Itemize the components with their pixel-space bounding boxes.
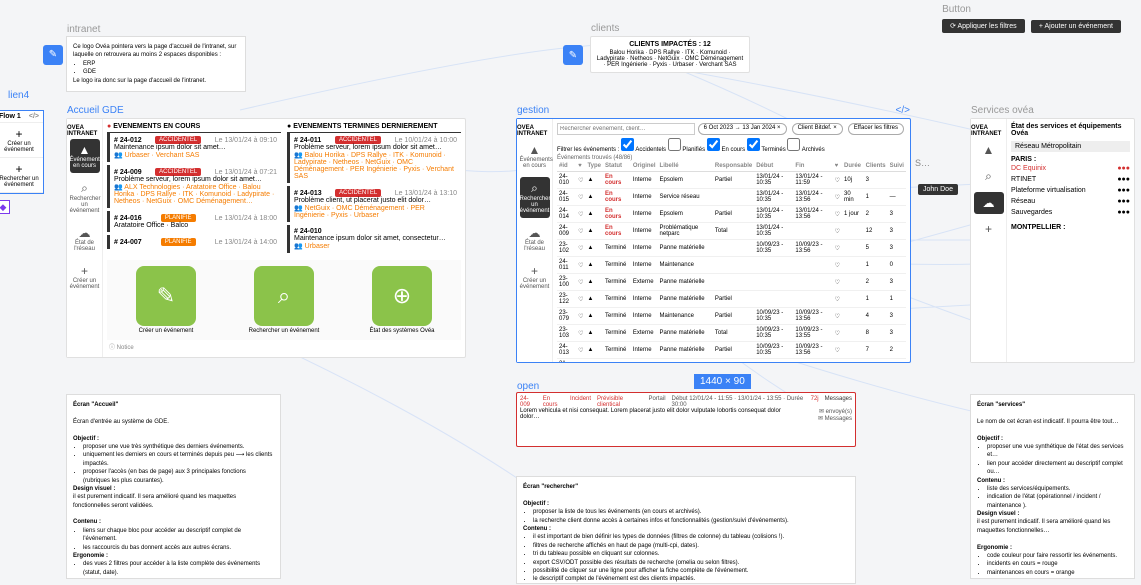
services-sidebar: OVEA INTRANET ▲ ⌕ ☁ + [971, 119, 1007, 362]
notice2: ✎ notice2 Écran "rechercher" Objectif :p… [516, 476, 856, 584]
accueil-label: Accueil GDE [67, 105, 124, 116]
toolbar-label: Button [942, 4, 1121, 15]
truncated-label: S… [915, 158, 930, 168]
table-row[interactable]: 23-102♡▲TerminéInternePanne matérielle10… [557, 240, 906, 257]
services-tab[interactable]: Réseau Métropolitain [1011, 141, 1130, 152]
open-frame: open 24-009En coursIncidentPrévisible cl… [516, 392, 856, 447]
add-event-button[interactable]: + Ajouter un événement [1031, 20, 1121, 33]
lien4-label: lien4 [8, 90, 29, 101]
event-card[interactable]: # 24-009 ACCIDENTELLe 13/01/24 à 07:21Pr… [107, 165, 281, 208]
service-item[interactable]: Réseau●●● [1011, 196, 1130, 207]
search-event-button[interactable]: ⌕ [254, 266, 314, 326]
services-label: Services ovéa [971, 105, 1034, 116]
table-row[interactable]: 23-100♡▲TerminéExternePanne matérielle♡2… [557, 274, 906, 291]
clients-names: Balou Horika · DPS Rallye · ITK · Komuno… [595, 50, 745, 68]
flow-title: Flow 1 [0, 113, 21, 120]
note-icon: ✎ [43, 45, 63, 65]
col2-title: ÉVÉNEMENTS TERMINÉS DERNIÈREMENT [293, 123, 437, 130]
gestion-label: gestion [517, 105, 549, 116]
table-row[interactable]: 24-015♡▲En coursInterneService réseau13/… [557, 189, 906, 206]
event-card[interactable]: # 24-013 ACCIDENTELLe 13/01/24 à 13:10Pr… [287, 186, 461, 222]
date-filter[interactable]: 6 Oct 2023 → 13 Jan 2024 × [698, 123, 787, 135]
table-row[interactable]: 24-010♡▲En coursInterneEpsolemPartiel13/… [557, 172, 906, 189]
sidebar-search[interactable]: ⌕Rechercher un événement [70, 177, 100, 218]
open-label: open [517, 381, 539, 392]
table-row[interactable]: 23-122♡▲TerminéInternePanne matériellePa… [557, 291, 906, 308]
intranet-text: Ce logo Ovéa pointera vers la page d'acc… [73, 43, 239, 60]
clients-frame: ✎ clients CLIENTS IMPACTÉS : 12 Balou Ho… [590, 36, 750, 73]
sidebar-state[interactable]: ☁État de l'réseau [70, 222, 100, 256]
service-item[interactable]: DC Equinix●●● [1011, 163, 1130, 174]
flow-create-event[interactable]: +Créer un événement [0, 123, 43, 158]
flow-search-event[interactable]: +Rechercher un événement [0, 158, 43, 193]
table-row[interactable]: 24-011♡▲TerminéInterneMaintenance♡10 [557, 257, 906, 274]
gestion-sidebar: OVEA INTRANET ▲Événements en cours ⌕Rech… [517, 119, 553, 362]
intranet-label: intranet [67, 23, 100, 37]
sidebar-create[interactable]: +Créer un événement [70, 260, 100, 294]
client-filter[interactable]: Client Bitdef. × [792, 123, 843, 135]
component-icon[interactable]: ◆ [0, 200, 10, 214]
event-card[interactable]: # 24-010Maintenance ipsum dolor sit amet… [287, 225, 461, 253]
table-row[interactable]: 24-014♡▲En coursInterneEpsolemPartiel13/… [557, 206, 906, 223]
intranet-note: ✎ intranet Ce logo Ovéa pointera vers la… [66, 36, 246, 92]
flow-panel: Flow 1 </> +Créer un événement +Recherch… [0, 110, 44, 194]
accueil-sidebar: OVEA INTRANET ▲Événements en cours ⌕Rech… [67, 119, 103, 357]
events-table: #id♥TypeStatutOriginelLibelléResponsable… [557, 161, 906, 362]
selection-dimensions: 1440 × 90 [694, 374, 751, 389]
sidebar-events[interactable]: ▲Événements en cours [70, 139, 100, 173]
gestion-frame[interactable]: gestion </> OVEA INTRANET ▲Événements en… [516, 118, 911, 363]
service-item[interactable]: Plateforme virtualisation●●● [1011, 185, 1130, 196]
code-icon: </> [29, 113, 39, 120]
notice-link[interactable]: Notice [117, 345, 134, 351]
logo[interactable]: OVEA INTRANET [67, 125, 102, 137]
search-input[interactable] [557, 123, 695, 135]
services-title: État des services et équipements Ovéa [1011, 123, 1130, 137]
event-card[interactable]: # 24-007 PLANIFIÉLe 13/01/24 à 14:00 [107, 235, 281, 249]
apply-filters-button[interactable]: ⟳ Appliquer les filtres [942, 19, 1025, 33]
event-card[interactable]: # 24-016 PLANIFIÉLe 13/01/24 à 18:00Arat… [107, 211, 281, 232]
clients-heading: CLIENTS IMPACTÉS : 12 [595, 41, 745, 48]
event-card[interactable]: # 24-011 ACCIDENTELLe 10/01/24 à 10:00Pr… [287, 133, 461, 183]
table-row[interactable]: 23-079♡▲TerminéInterneMaintenancePartiel… [557, 308, 906, 325]
col1-title: ÉVÉNEMENTS EN COURS [113, 123, 200, 130]
notice3: ✎ notice3 Écran "services" Le nom de cet… [970, 394, 1135, 579]
service-item[interactable]: RTINET●●● [1011, 174, 1130, 185]
table-row[interactable]: 24-009♡▲En coursInterneProblématique net… [557, 223, 906, 240]
tooltip: John Doe [918, 184, 958, 195]
create-event-button[interactable]: ✎ [136, 266, 196, 326]
toolbar: Button ⟳ Appliquer les filtres + Ajouter… [942, 4, 1121, 33]
services-frame: Services ovéa OVEA INTRANET ▲ ⌕ ☁ + État… [970, 118, 1135, 363]
note-icon: ✎ [563, 45, 583, 65]
table-row[interactable]: 23-103♡▲TerminéExternePanne matérielleTo… [557, 325, 906, 342]
clear-filters[interactable]: Effacer les filtres [848, 123, 904, 135]
event-card[interactable]: # 24-012 ACCIDENTELLe 13/01/24 à 09:10Ma… [107, 133, 281, 162]
state-button[interactable]: ⊕ [372, 266, 432, 326]
code-icon[interactable]: </> [896, 105, 910, 116]
clients-label: clients [591, 23, 619, 34]
accueil-frame: Accueil GDE OVEA INTRANET ▲Événements en… [66, 118, 466, 358]
notice0: ✎ notice0 Écran "Accueil" Écran d'entrée… [66, 394, 281, 579]
table-row[interactable]: 21-013♡▲ArchivéInterneMaintenance♡ [557, 359, 906, 363]
table-row[interactable]: 24-013♡▲TerminéInternePanne matériellePa… [557, 342, 906, 359]
logo[interactable]: OVEA INTRANET [517, 125, 552, 137]
service-item[interactable]: Sauvegardes●●● [1011, 207, 1130, 218]
